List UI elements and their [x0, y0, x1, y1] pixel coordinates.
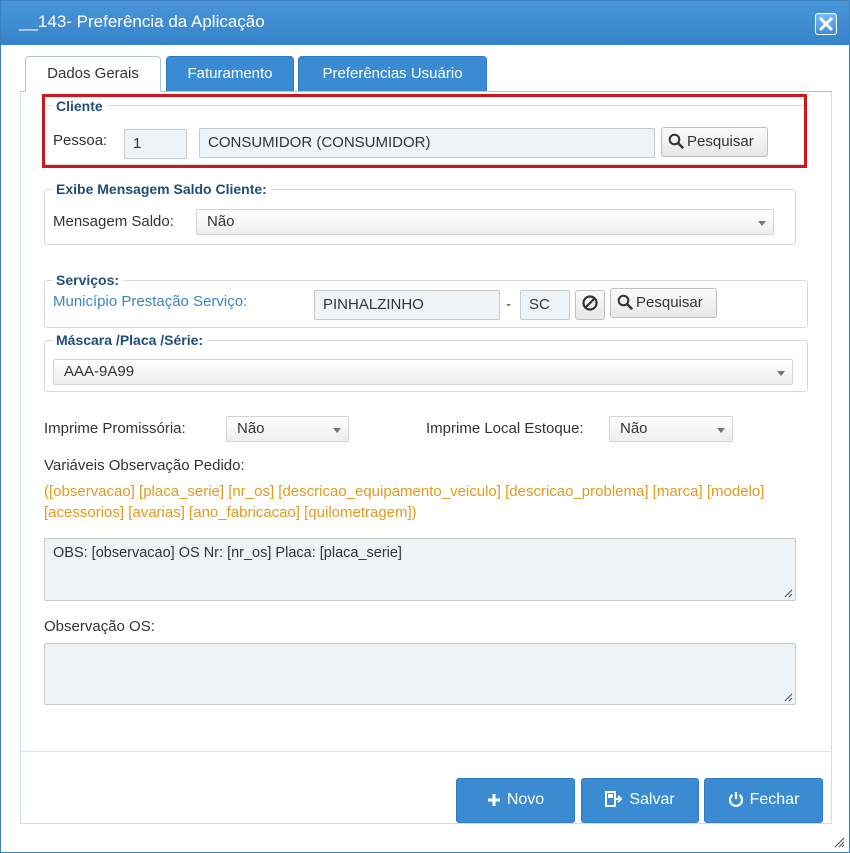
plus-icon — [487, 794, 500, 806]
fechar-label: Fechar — [749, 791, 800, 808]
search-label: Pesquisar — [636, 294, 703, 311]
mascara-legend: Máscara /Placa /Série: — [52, 332, 208, 348]
variaveis-label: Variáveis Observação Pedido: — [44, 457, 245, 474]
mascara-select[interactable]: AAA-9A99 — [53, 359, 793, 385]
municipio-separator: - — [506, 296, 511, 313]
tab-faturamento[interactable]: Faturamento — [166, 56, 294, 92]
variaveis-list: ([observacao] [placa_serie] [nr_os] [des… — [44, 483, 765, 521]
uf-input[interactable]: SC — [520, 290, 570, 320]
window-resize-grip-icon[interactable] — [834, 837, 845, 848]
local-estoque-select[interactable]: Não — [609, 416, 733, 442]
pessoa-search-button[interactable]: Pesquisar — [661, 127, 768, 157]
mensagem-saldo-label: Mensagem Saldo: — [53, 213, 174, 230]
search-icon — [668, 133, 684, 149]
dropdown-arrow-icon — [717, 428, 725, 433]
dropdown-arrow-icon — [777, 371, 785, 376]
observacao-os-textarea[interactable] — [44, 643, 796, 705]
salvar-button[interactable]: Salvar — [581, 778, 699, 823]
mensagem-saldo-value: Não — [207, 213, 235, 230]
power-icon — [728, 792, 743, 807]
pessoa-name-input[interactable]: CONSUMIDOR (CONSUMIDOR) — [199, 128, 655, 158]
dropdown-arrow-icon — [333, 428, 341, 433]
search-label: Pesquisar — [687, 133, 754, 150]
observacao-pedido-textarea[interactable]: OBS: [observacao] OS Nr: [nr_os] Placa: … — [44, 538, 796, 601]
clear-municipio-button[interactable] — [575, 290, 605, 320]
municipio-input[interactable]: PINHALZINHO — [314, 290, 500, 320]
promissoria-value: Não — [237, 420, 265, 437]
local-estoque-value: Não — [620, 420, 648, 437]
fechar-button[interactable]: Fechar — [704, 778, 823, 823]
promissoria-select[interactable]: Não — [226, 416, 349, 442]
close-icon — [819, 17, 833, 31]
resize-grip-icon[interactable] — [784, 693, 793, 702]
novo-button[interactable]: Novo — [456, 778, 575, 823]
novo-label: Novo — [506, 791, 545, 808]
salvar-label: Salvar — [629, 791, 675, 808]
save-icon — [605, 791, 623, 807]
title-bar[interactable]: __143- Preferência da Aplicação — [1, 1, 849, 45]
observacao-os-label: Observação OS: — [44, 618, 155, 635]
resize-grip-icon[interactable] — [784, 589, 793, 598]
observacao-pedido-text: OBS: [observacao] OS Nr: [nr_os] Placa: … — [53, 545, 402, 561]
pessoa-code-input[interactable]: 1 — [124, 129, 187, 159]
mensagem-saldo-select[interactable]: Não — [196, 209, 774, 235]
ban-icon — [582, 295, 598, 311]
municipio-label: Município Prestação Serviço: — [53, 293, 248, 310]
promissoria-label: Imprime Promissória: — [44, 420, 186, 437]
close-button[interactable] — [815, 13, 837, 35]
search-icon — [617, 294, 633, 310]
local-estoque-label: Imprime Local Estoque: — [426, 420, 584, 437]
servicos-legend: Serviços: — [52, 272, 124, 288]
mascara-value: AAA-9A99 — [64, 363, 135, 380]
tab-preferencias-usuario[interactable]: Preferências Usuário — [298, 56, 487, 92]
pessoa-label: Pessoa: — [53, 132, 108, 149]
footer-divider — [21, 751, 831, 752]
dropdown-arrow-icon — [758, 221, 766, 226]
preferencias-dialog: __143- Preferência da Aplicação Dados Ge… — [0, 0, 850, 853]
window-title: __143- Preferência da Aplicação — [19, 12, 265, 31]
tab-dados-gerais[interactable]: Dados Gerais — [25, 56, 161, 92]
municipio-search-button[interactable]: Pesquisar — [610, 288, 717, 318]
mensagem-legend: Exibe Mensagem Saldo Cliente: — [52, 181, 271, 197]
